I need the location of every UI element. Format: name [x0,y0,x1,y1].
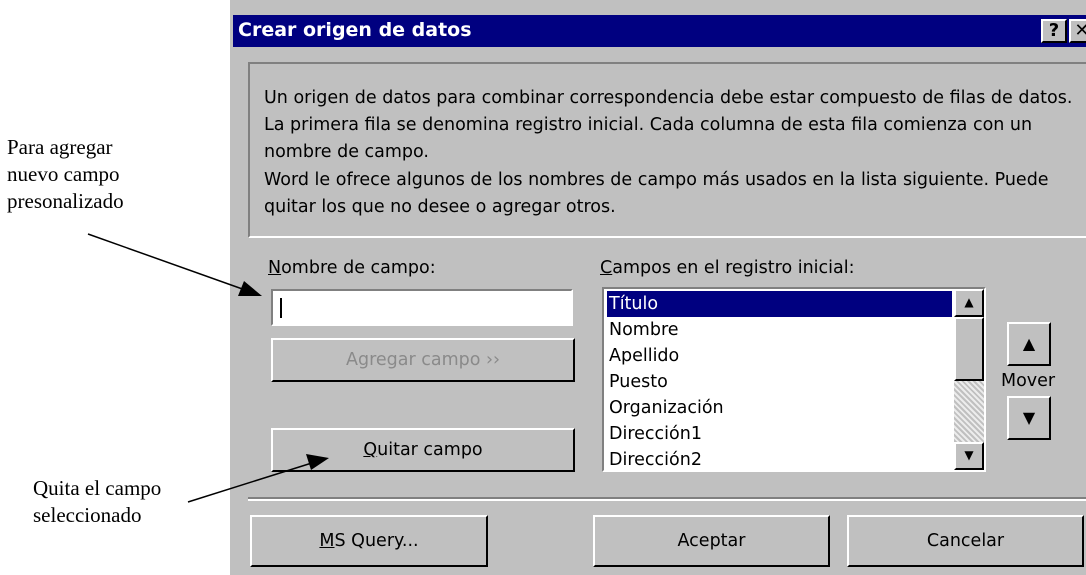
annotation-arrows [87,233,329,503]
arrow-to-field-input [87,233,249,292]
arrowhead-remove-button [306,454,329,470]
arrow-to-remove-button [187,461,316,503]
arrowhead-field-input [238,281,262,296]
